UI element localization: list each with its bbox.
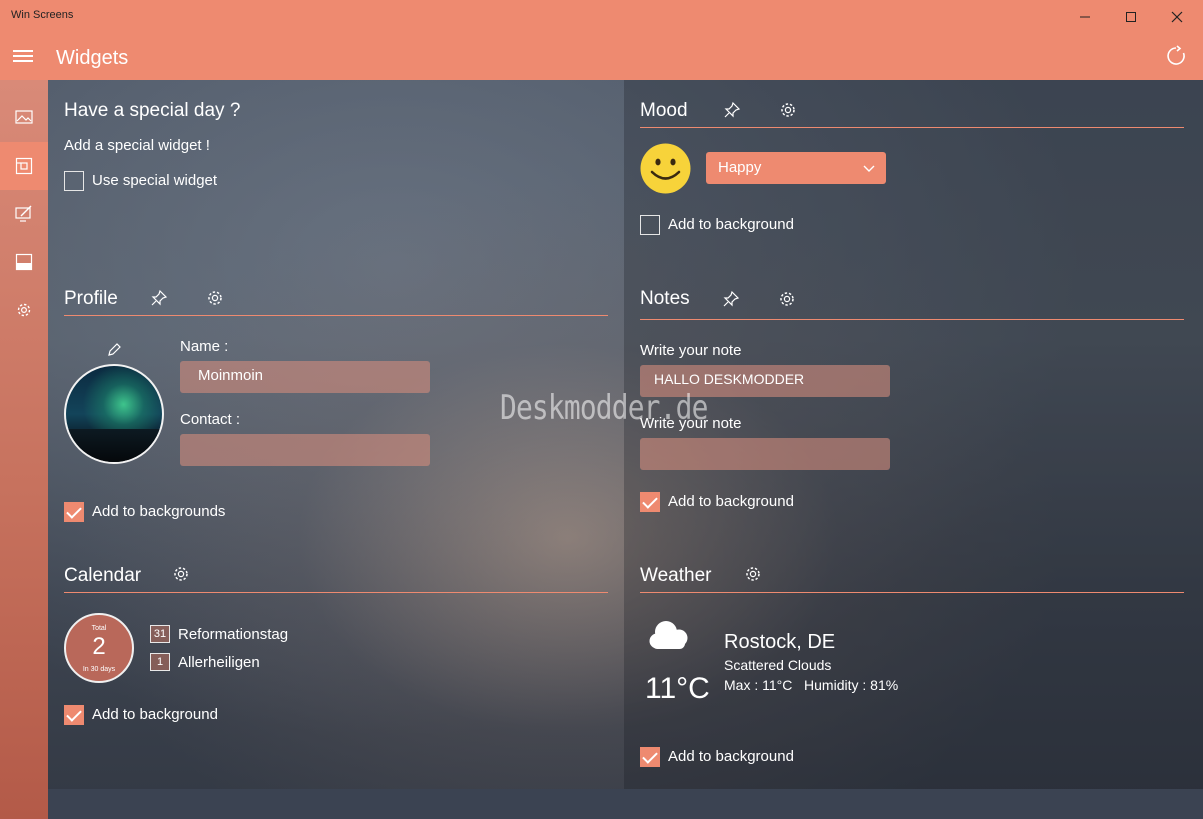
mood-selected-value: Happy [718, 159, 762, 176]
mood-title: Mood [640, 100, 688, 121]
weather-location: Rostock, DE [724, 631, 836, 653]
close-button[interactable] [1154, 4, 1200, 30]
notes-title: Notes [640, 288, 690, 309]
event-day-badge: 1 [150, 653, 170, 671]
mood-divider [640, 127, 1184, 128]
profile-gear-icon[interactable] [206, 289, 224, 307]
edit-monitor-icon [15, 205, 32, 222]
maximize-button[interactable] [1108, 4, 1154, 30]
weather-title: Weather [640, 565, 712, 586]
nav-backgrounds[interactable] [0, 93, 48, 141]
maximize-icon [1126, 12, 1136, 22]
weather-background-label: Add to background [668, 748, 794, 765]
profile-title: Profile [64, 288, 118, 309]
mood-background-label: Add to background [668, 216, 794, 233]
calendar-period: In 30 days [82, 666, 116, 673]
profile-divider [64, 315, 608, 316]
weather-temperature: 11°C [645, 672, 710, 705]
name-field[interactable]: Moinmoin [180, 361, 430, 393]
page-title: Widgets [56, 47, 129, 69]
minimize-icon [1080, 16, 1090, 18]
weather-details: Max : 11°C Humidity : 81% [724, 677, 899, 693]
notes-divider [640, 319, 1184, 320]
profile-avatar[interactable] [64, 364, 164, 464]
calendar-title: Calendar [64, 565, 142, 586]
notes-gear-icon[interactable] [778, 290, 796, 308]
calendar-background-checkbox[interactable] [64, 705, 84, 725]
weather-gear-icon[interactable] [744, 565, 762, 583]
calendar-total-label: Total [91, 625, 107, 632]
event-name: Reformationstag [178, 626, 289, 643]
name-label: Name : [180, 338, 229, 355]
contact-label: Contact : [180, 411, 241, 428]
app-header: Widgets [0, 34, 1203, 80]
special-title: Have a special day ? [64, 100, 241, 121]
profile-pin-icon[interactable] [150, 289, 168, 307]
notes-background-checkbox[interactable] [640, 492, 660, 512]
special-subtitle: Add a special widget ! [64, 137, 210, 154]
special-widget-label: Use special widget [92, 172, 218, 189]
refresh-icon[interactable] [1165, 45, 1187, 67]
note1-label: Write your note [640, 342, 742, 359]
weather-condition: Scattered Clouds [724, 657, 832, 673]
mood-pin-icon[interactable] [723, 101, 741, 119]
nav-taskbar[interactable] [0, 238, 48, 286]
close-icon [1171, 11, 1183, 23]
weather-background-checkbox[interactable] [640, 747, 660, 767]
mood-gear-icon[interactable] [779, 101, 797, 119]
nav-widgets[interactable] [0, 142, 48, 190]
calendar-divider [64, 592, 608, 593]
cloud-icon [649, 621, 688, 649]
calendar-background-label: Add to background [92, 706, 218, 723]
notes-background-label: Add to background [668, 493, 794, 510]
special-widget-checkbox[interactable] [64, 171, 84, 191]
widgets-icon [15, 157, 33, 175]
calendar-gear-icon[interactable] [172, 565, 190, 583]
taskbar-icon [15, 253, 33, 271]
nav-screens[interactable] [0, 190, 48, 238]
event-day-badge: 31 [150, 625, 170, 643]
mood-background-checkbox[interactable] [640, 215, 660, 235]
chevron-down-icon [863, 165, 875, 172]
event-name: Allerheiligen [178, 654, 260, 671]
right-column-panel [624, 80, 1203, 789]
mood-select[interactable]: Happy [706, 152, 886, 184]
notes-pin-icon[interactable] [722, 290, 740, 308]
calendar-total-badge: Total 2 In 30 days [64, 613, 134, 683]
profile-background-label: Add to backgrounds [92, 503, 226, 520]
smiley-face-icon [640, 143, 691, 194]
edit-avatar-pencil-icon[interactable] [106, 342, 122, 358]
nav-settings[interactable] [0, 286, 48, 334]
contact-field[interactable] [180, 434, 430, 466]
profile-background-checkbox[interactable] [64, 502, 84, 522]
bottom-strip [48, 789, 1203, 819]
gear-icon [17, 303, 31, 317]
note2-field[interactable] [640, 438, 890, 470]
minimize-button[interactable] [1062, 4, 1108, 30]
calendar-total-count: 2 [92, 633, 106, 660]
app-title: Win Screens [11, 9, 74, 21]
title-bar: Win Screens [0, 0, 1203, 34]
deskmodder-watermark: Deskmodder.de [500, 388, 708, 428]
image-icon [15, 110, 33, 124]
hamburger-menu-icon[interactable] [13, 50, 33, 64]
nav-rail [0, 80, 48, 819]
weather-divider [640, 592, 1184, 593]
